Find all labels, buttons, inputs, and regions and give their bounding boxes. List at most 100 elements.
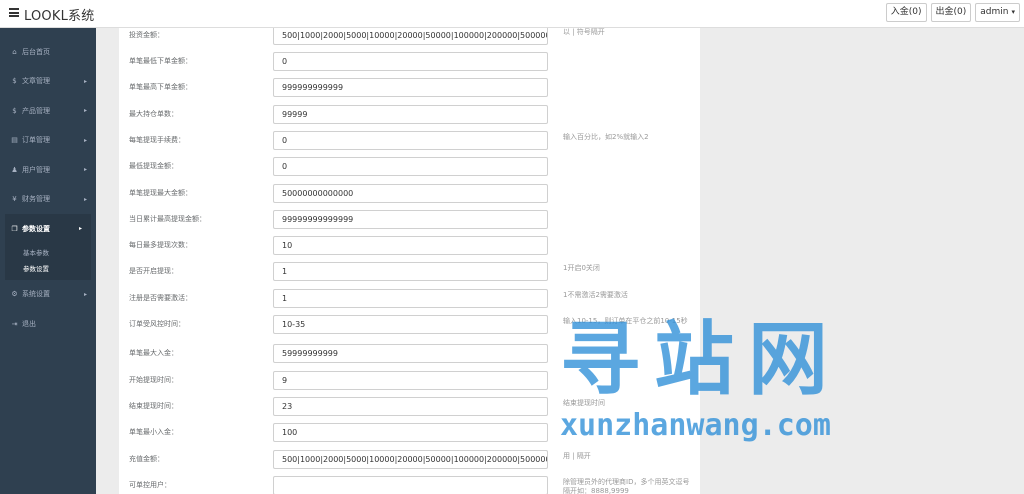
field-label: 单笔最低下单金额： — [129, 57, 192, 65]
field-label: 当日累计最高提现金额： — [129, 215, 206, 223]
sidebar-item-system[interactable]: ⚙ 系统设置 ▸ — [0, 280, 96, 310]
field-help: 输入10-15，则订单在平仓之前10-15秒 — [563, 317, 688, 325]
recharge-amounts-input[interactable] — [273, 450, 548, 469]
min-order-amount-input[interactable] — [273, 52, 548, 71]
form-row: 单笔最高下单金额： — [119, 78, 700, 98]
max-single-withdraw-input[interactable] — [273, 184, 548, 203]
sidebar: ⌂ 后台首页 $ 文章管理 ▸ $ 产品管理 ▸ ▤ 订单管理 ▸ ♟ 用户管理… — [0, 28, 96, 494]
form-row: 单笔提现最大金额： — [119, 184, 700, 204]
form-row: 订单受风控时间： 输入10-15，则订单在平仓之前10-15秒 — [119, 315, 700, 335]
field-label: 单笔最大入金： — [129, 349, 178, 357]
form-row: 充值金额： 用 | 隔开 — [119, 450, 700, 470]
file-icon: ▤ — [11, 136, 18, 145]
form-row: 单笔最低下单金额： — [119, 52, 700, 72]
form-row: 注册是否需要激活： 1不需激活2需要激活 — [119, 289, 700, 309]
field-label: 单笔最高下单金额： — [129, 83, 192, 91]
top-actions: 入金(0) 出金(0) admin — [885, 3, 1020, 22]
sidebar-item-label: 订单管理 — [22, 136, 50, 145]
daily-withdraw-limit-input[interactable] — [273, 210, 548, 229]
field-label: 单笔最小入金： — [129, 428, 178, 436]
field-label: 每日最多提现次数： — [129, 241, 192, 249]
settings-form-panel: 投资金额： 以 | 符号隔开 单笔最低下单金额： 单笔最高下单金额： 最大持仓单… — [119, 28, 700, 494]
form-row: 最低提现金额： — [119, 157, 700, 177]
sidebar-submenu: 基本参数 参数设置 — [0, 243, 96, 280]
enable-withdraw-input[interactable] — [273, 262, 548, 281]
field-label: 单笔提现最大金额： — [129, 189, 192, 197]
withdraw-button[interactable]: 出金(0) — [930, 3, 972, 22]
max-positions-input[interactable] — [273, 105, 548, 124]
sidebar-item-finance[interactable]: ¥ 财务管理 ▸ — [0, 185, 96, 215]
form-row: 单笔最大入金： — [119, 344, 700, 364]
dashboard-icon: ⌂ — [12, 47, 17, 56]
hamburger-menu-icon[interactable] — [9, 8, 19, 17]
yen-icon: ¥ — [12, 195, 17, 204]
sidebar-item-label: 退出 — [22, 319, 36, 328]
field-label: 可单控用户： — [129, 481, 171, 489]
sidebar-subitem-basic[interactable]: 基本参数 — [5, 245, 91, 261]
field-help: 1开启0关闭 — [563, 264, 600, 272]
sign-out-icon: ⇥ — [11, 319, 18, 328]
withdraw-fee-input[interactable] — [273, 131, 548, 150]
sidebar-item-label: 后台首页 — [22, 47, 50, 56]
sidebar-item-label: 财务管理 — [22, 195, 50, 204]
sidebar-item-params[interactable]: ❐ 参数设置 ▸ — [5, 214, 91, 244]
invest-amounts-input[interactable] — [273, 28, 548, 45]
field-help: 结束提现时间 — [563, 399, 605, 407]
form-row: 投资金额： 以 | 符号隔开 — [119, 28, 700, 46]
sidebar-item-label: 产品管理 — [22, 106, 50, 115]
field-label: 结束提现时间： — [129, 402, 178, 410]
max-order-amount-input[interactable] — [273, 78, 548, 97]
min-deposit-input[interactable] — [273, 423, 548, 442]
field-label: 充值金额： — [129, 455, 164, 463]
chevron-right-icon: ▸ — [83, 77, 87, 85]
sidebar-item-label: 参数设置 — [22, 224, 50, 233]
field-label: 投资金额： — [129, 31, 164, 39]
field-help: 输入百分比，如2%就输入2 — [563, 133, 649, 141]
field-label: 每笔提现手续费： — [129, 136, 185, 144]
daily-withdraw-count-input[interactable] — [273, 236, 548, 255]
sidebar-item-articles[interactable]: $ 文章管理 ▸ — [0, 67, 96, 97]
chevron-right-icon: ▸ — [78, 225, 82, 233]
sidebar-item-orders[interactable]: ▤ 订单管理 ▸ — [0, 126, 96, 156]
chevron-right-icon: ▸ — [83, 136, 87, 144]
field-label: 是否开启提现： — [129, 267, 178, 275]
deposit-button[interactable]: 入金(0) — [885, 3, 927, 22]
sidebar-item-users[interactable]: ♟ 用户管理 ▸ — [0, 155, 96, 185]
form-row: 最大持仓单数： — [119, 105, 700, 125]
max-deposit-input[interactable] — [273, 344, 548, 363]
copy-icon: ❐ — [11, 224, 18, 233]
field-help: 用 | 隔开 — [563, 452, 591, 460]
user-name: admin — [980, 7, 1009, 17]
chevron-right-icon: ▸ — [83, 107, 87, 115]
min-withdraw-input[interactable] — [273, 157, 548, 176]
sidebar-item-logout[interactable]: ⇥ 退出 — [0, 309, 96, 339]
sidebar-item-products[interactable]: $ 产品管理 ▸ — [0, 96, 96, 126]
form-row: 可单控用户： 除管理员外的代理商ID，多个用英文逗号隔开如：8888,9999 — [119, 476, 700, 494]
sidebar-subitem-params[interactable]: 参数设置 — [5, 261, 91, 277]
dollar-icon: $ — [12, 106, 17, 115]
top-navbar: LOOKL系统 入金(0) 出金(0) admin — [0, 0, 1024, 28]
chevron-right-icon: ▸ — [83, 290, 87, 298]
field-label: 最大持仓单数： — [129, 110, 178, 118]
dollar-icon: $ — [12, 77, 17, 86]
controllable-users-input[interactable] — [273, 476, 548, 494]
register-activation-input[interactable] — [273, 289, 548, 308]
user-menu-button[interactable]: admin — [975, 3, 1020, 22]
sidebar-item-dashboard[interactable]: ⌂ 后台首页 — [0, 37, 96, 67]
form-row: 当日累计最高提现金额： — [119, 210, 700, 230]
form-row: 单笔最小入金： — [119, 423, 700, 443]
app-brand: LOOKL系统 — [24, 9, 95, 24]
form-row: 是否开启提现： 1开启0关闭 — [119, 262, 700, 282]
form-row: 每日最多提现次数： — [119, 236, 700, 256]
withdraw-end-time-input[interactable] — [273, 397, 548, 416]
withdraw-start-time-input[interactable] — [273, 371, 548, 390]
sidebar-item-label: 系统设置 — [22, 290, 50, 299]
risk-control-time-input[interactable] — [273, 315, 548, 334]
field-label: 最低提现金额： — [129, 162, 178, 170]
user-icon: ♟ — [11, 165, 18, 174]
cogs-icon: ⚙ — [11, 290, 18, 299]
sidebar-item-label: 用户管理 — [22, 165, 50, 174]
field-help: 1不需激活2需要激活 — [563, 291, 628, 299]
form-row: 结束提现时间： 结束提现时间 — [119, 397, 700, 417]
form-row: 每笔提现手续费： 输入百分比，如2%就输入2 — [119, 131, 700, 151]
